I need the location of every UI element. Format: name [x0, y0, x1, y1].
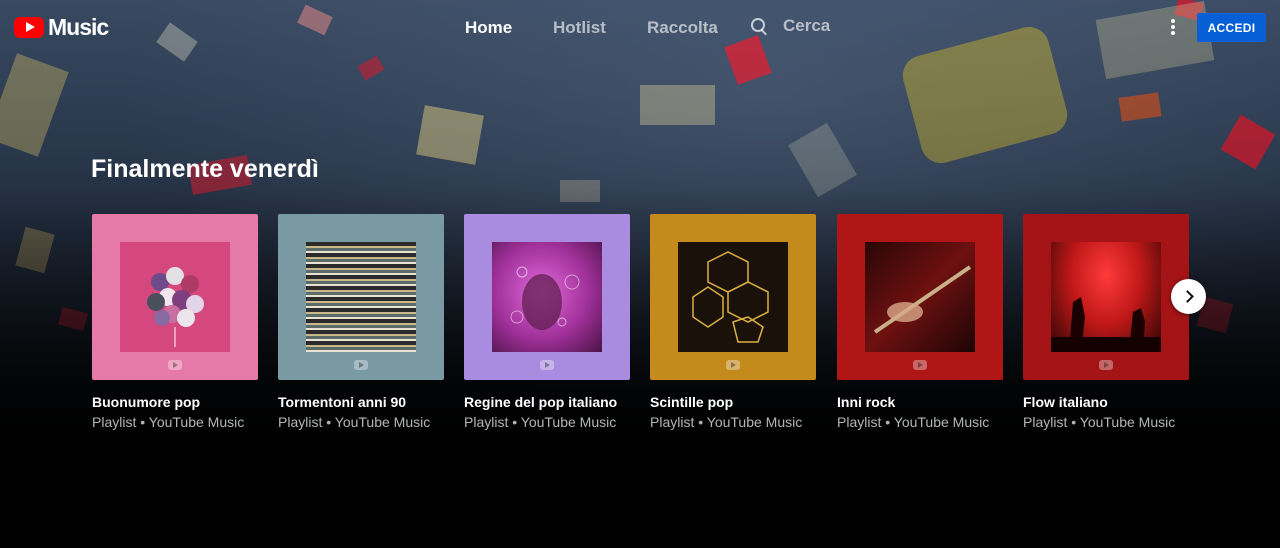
playlist-thumbnail[interactable] [278, 214, 444, 380]
nav-home[interactable]: Home [465, 18, 512, 38]
search-label: Cerca [783, 16, 831, 35]
top-bar: Music Home Hotlist Raccolta Cerca ACCEDI [0, 0, 1280, 56]
youtube-icon [168, 360, 182, 370]
playlist-subtitle: Playlist • YouTube Music [278, 414, 431, 430]
nav-library[interactable]: Raccolta [647, 18, 718, 38]
playlist-title[interactable]: Tormentoni anni 90 [278, 394, 444, 410]
playlist-thumbnail[interactable] [1023, 214, 1189, 380]
youtube-icon [540, 360, 554, 370]
playlist-title[interactable]: Buonumore pop [92, 394, 258, 410]
youtube-icon [726, 360, 740, 370]
playlist-thumbnail[interactable] [837, 214, 1003, 380]
youtube-play-icon [14, 17, 44, 38]
playlist-subtitle: Playlist • YouTube Music [92, 414, 245, 430]
playlist-thumbnail[interactable] [464, 214, 630, 380]
search-button[interactable]: Cerca [751, 16, 830, 36]
playlist-title[interactable]: Regine del pop italiano [464, 394, 630, 410]
playlist-card[interactable]: Regine del pop italiano Playlist • YouTu… [464, 214, 630, 430]
playlist-subtitle: Playlist • YouTube Music [464, 414, 617, 430]
playlist-thumbnail[interactable] [650, 214, 816, 380]
playlist-card[interactable]: Inni rock Playlist • YouTube Music [837, 214, 1003, 430]
chevron-right-icon[interactable] [1171, 279, 1206, 314]
signin-button[interactable]: ACCEDI [1197, 13, 1266, 42]
nav-hotlist[interactable]: Hotlist [553, 18, 606, 38]
youtube-icon [913, 360, 927, 370]
youtube-music-logo[interactable]: Music [14, 14, 109, 41]
youtube-icon [1099, 360, 1113, 370]
shelf-title: Finalmente venerdì [91, 155, 319, 183]
playlist-card[interactable]: Tormentoni anni 90 Playlist • YouTube Mu… [278, 214, 444, 430]
youtube-icon [354, 360, 368, 370]
playlist-subtitle: Playlist • YouTube Music [650, 414, 803, 430]
playlist-card[interactable]: Scintille pop Playlist • YouTube Music [650, 214, 816, 430]
playlist-subtitle: Playlist • YouTube Music [837, 414, 990, 430]
playlist-title[interactable]: Scintille pop [650, 394, 816, 410]
more-options-icon[interactable] [1166, 17, 1180, 39]
playlist-title[interactable]: Inni rock [837, 394, 1003, 410]
logo-text: Music [48, 14, 109, 40]
playlist-subtitle: Playlist • YouTube Music [1023, 414, 1176, 430]
playlist-thumbnail[interactable] [92, 214, 258, 380]
search-icon [751, 17, 768, 35]
playlist-card[interactable]: Buonumore pop Playlist • YouTube Music [92, 214, 258, 430]
playlist-title[interactable]: Flow italiano [1023, 394, 1189, 410]
playlist-card[interactable]: Flow italiano Playlist • YouTube Music [1023, 214, 1189, 430]
